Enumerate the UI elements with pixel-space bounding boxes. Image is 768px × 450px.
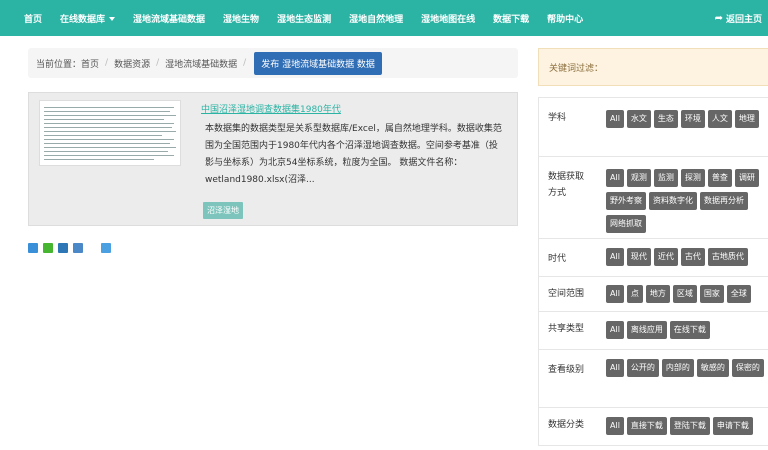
- keyword-filter-header: 关键词过滤：: [538, 48, 768, 86]
- filter-option[interactable]: 调研: [734, 169, 759, 187]
- filter-option[interactable]: 区域: [672, 285, 697, 303]
- filter-option[interactable]: 申请下载: [712, 417, 753, 435]
- filter-option[interactable]: 水文: [626, 110, 651, 128]
- filter-option[interactable]: 近代: [653, 248, 678, 266]
- nav-item-eco-monitoring[interactable]: 湿地生态监测: [277, 12, 331, 25]
- nav-item-map-online[interactable]: 湿地地图在线: [421, 12, 475, 25]
- wechat-icon[interactable]: [43, 243, 53, 253]
- filter-option[interactable]: 离线应用: [626, 321, 667, 339]
- nav-item-download[interactable]: 数据下载: [493, 12, 529, 25]
- dataset-title-link[interactable]: 中国沼泽湿地调查数据集1980年代: [201, 102, 341, 115]
- breadcrumb-separator: /: [243, 58, 247, 68]
- filter-option[interactable]: 内部的: [661, 359, 694, 377]
- filter-option[interactable]: 普查: [707, 169, 732, 187]
- filter-option[interactable]: 探测: [680, 169, 705, 187]
- filter-label: 数据获取方式: [548, 172, 585, 198]
- filter-option[interactable]: All: [606, 169, 624, 187]
- plus-share-icon[interactable]: [28, 243, 38, 253]
- filter-option[interactable]: 数据再分析: [700, 192, 748, 210]
- dataset-thumbnail[interactable]: [39, 100, 181, 166]
- filter-group-sharing: 共享类型 All 离线应用 在线下载: [538, 312, 768, 350]
- filter-option[interactable]: All: [606, 285, 624, 303]
- nav-item-online-db-label: 在线数据库: [60, 14, 106, 25]
- share-bar: [28, 243, 116, 253]
- filter-group-acquisition: 数据获取方式 All 观测 监测 探测 普查 调研 野外考察 资料数字化 数据再…: [538, 157, 768, 239]
- filter-option[interactable]: 地理: [734, 110, 759, 128]
- filter-group-era: 时代 All 现代 近代 古代 古地质代: [538, 239, 768, 277]
- breadcrumb: 当前位置： 首页 / 数据资源 / 湿地流域基础数据 / 发布 湿地流域基础数据…: [28, 48, 518, 78]
- publish-data-button[interactable]: 发布 湿地流域基础数据 数据: [254, 51, 382, 75]
- filter-label: 查看级别: [548, 365, 585, 375]
- dataset-description: 本数据集的数据类型是关系型数据库/Excel，属自然地理学科。数据收集范围为全国…: [205, 124, 502, 185]
- filter-option[interactable]: All: [606, 359, 624, 377]
- linkedin-icon[interactable]: [58, 243, 68, 253]
- nav-item-home[interactable]: 首页: [24, 12, 42, 25]
- mail-icon[interactable]: [73, 243, 83, 253]
- filter-option[interactable]: 点: [626, 285, 643, 303]
- return-home-link[interactable]: ➦ 返回主页: [715, 0, 762, 36]
- nav-item-online-db[interactable]: 在线数据库: [60, 12, 116, 25]
- filter-label: 共享类型: [548, 324, 585, 334]
- nav-item-help[interactable]: 帮助中心: [547, 12, 583, 25]
- breadcrumb-basin-data[interactable]: 湿地流域基础数据: [165, 57, 237, 70]
- filter-option[interactable]: All: [606, 417, 624, 435]
- filter-group-access-level: 查看级别 All 公开的 内部的 敏感的 保密的: [538, 350, 768, 408]
- filter-option[interactable]: 网络抓取: [606, 215, 646, 233]
- filter-group-spatial: 空间范围 All 点 地方 区域 国家 全球: [538, 277, 768, 312]
- nav-item-biology[interactable]: 湿地生物: [223, 12, 259, 25]
- filter-group-discipline: 学科 All 水文 生态 环境 人文 地理: [538, 97, 768, 157]
- filter-option[interactable]: 古代: [680, 248, 705, 266]
- nav-item-geography[interactable]: 湿地自然地理: [349, 12, 403, 25]
- filter-option[interactable]: 野外考察: [606, 192, 646, 210]
- filter-option[interactable]: 地方: [645, 285, 670, 303]
- filter-option[interactable]: All: [606, 110, 624, 128]
- breadcrumb-separator: /: [156, 58, 160, 68]
- filter-label: 学科: [548, 113, 567, 123]
- dataset-tag[interactable]: 沼泽湿地: [203, 202, 243, 219]
- top-nav: 首页 在线数据库 湿地流域基础数据 湿地生物 湿地生态监测 湿地自然地理 湿地地…: [0, 0, 768, 36]
- filter-option[interactable]: 现代: [626, 248, 651, 266]
- share-arrow-icon: ➦: [714, 12, 723, 24]
- breadcrumb-separator: /: [105, 58, 109, 68]
- filter-label: 空间范围: [548, 289, 585, 299]
- filter-option[interactable]: 监测: [653, 169, 678, 187]
- qq-icon[interactable]: [101, 243, 111, 253]
- breadcrumb-prefix: 当前位置：: [36, 59, 82, 70]
- filter-option[interactable]: 登陆下载: [669, 417, 710, 435]
- return-home-label: 返回主页: [725, 14, 762, 25]
- breadcrumb-data-resources[interactable]: 数据资源: [114, 57, 150, 70]
- filter-option[interactable]: 全球: [726, 285, 751, 303]
- filter-group-category: 数据分类 All 直接下载 登陆下载 申请下载: [538, 408, 768, 446]
- filter-option[interactable]: 直接下载: [626, 417, 667, 435]
- filter-option[interactable]: 资料数字化: [649, 192, 697, 210]
- filter-option[interactable]: 在线下载: [669, 321, 710, 339]
- filter-option[interactable]: 生态: [653, 110, 678, 128]
- filter-option[interactable]: 敏感的: [696, 359, 729, 377]
- filter-option[interactable]: All: [606, 321, 624, 339]
- chevron-down-icon: [109, 17, 116, 21]
- filter-option[interactable]: 人文: [707, 110, 732, 128]
- filter-label: 时代: [548, 254, 567, 264]
- filter-label: 数据分类: [548, 420, 585, 430]
- filter-option[interactable]: 国家: [699, 285, 724, 303]
- filter-option[interactable]: 保密的: [731, 359, 764, 377]
- filter-option[interactable]: 观测: [626, 169, 651, 187]
- filter-heading: 关键词过滤：: [549, 63, 604, 74]
- dataset-result-card: 中国沼泽湿地调查数据集1980年代 本数据集的数据类型是关系型数据库/Excel…: [28, 92, 518, 226]
- filter-option[interactable]: 公开的: [626, 359, 659, 377]
- filter-option[interactable]: 环境: [680, 110, 705, 128]
- nav-item-basin-data[interactable]: 湿地流域基础数据: [133, 12, 205, 25]
- breadcrumb-home[interactable]: 首页: [81, 57, 99, 70]
- filter-option[interactable]: 古地质代: [707, 248, 748, 266]
- filter-option[interactable]: All: [606, 248, 624, 266]
